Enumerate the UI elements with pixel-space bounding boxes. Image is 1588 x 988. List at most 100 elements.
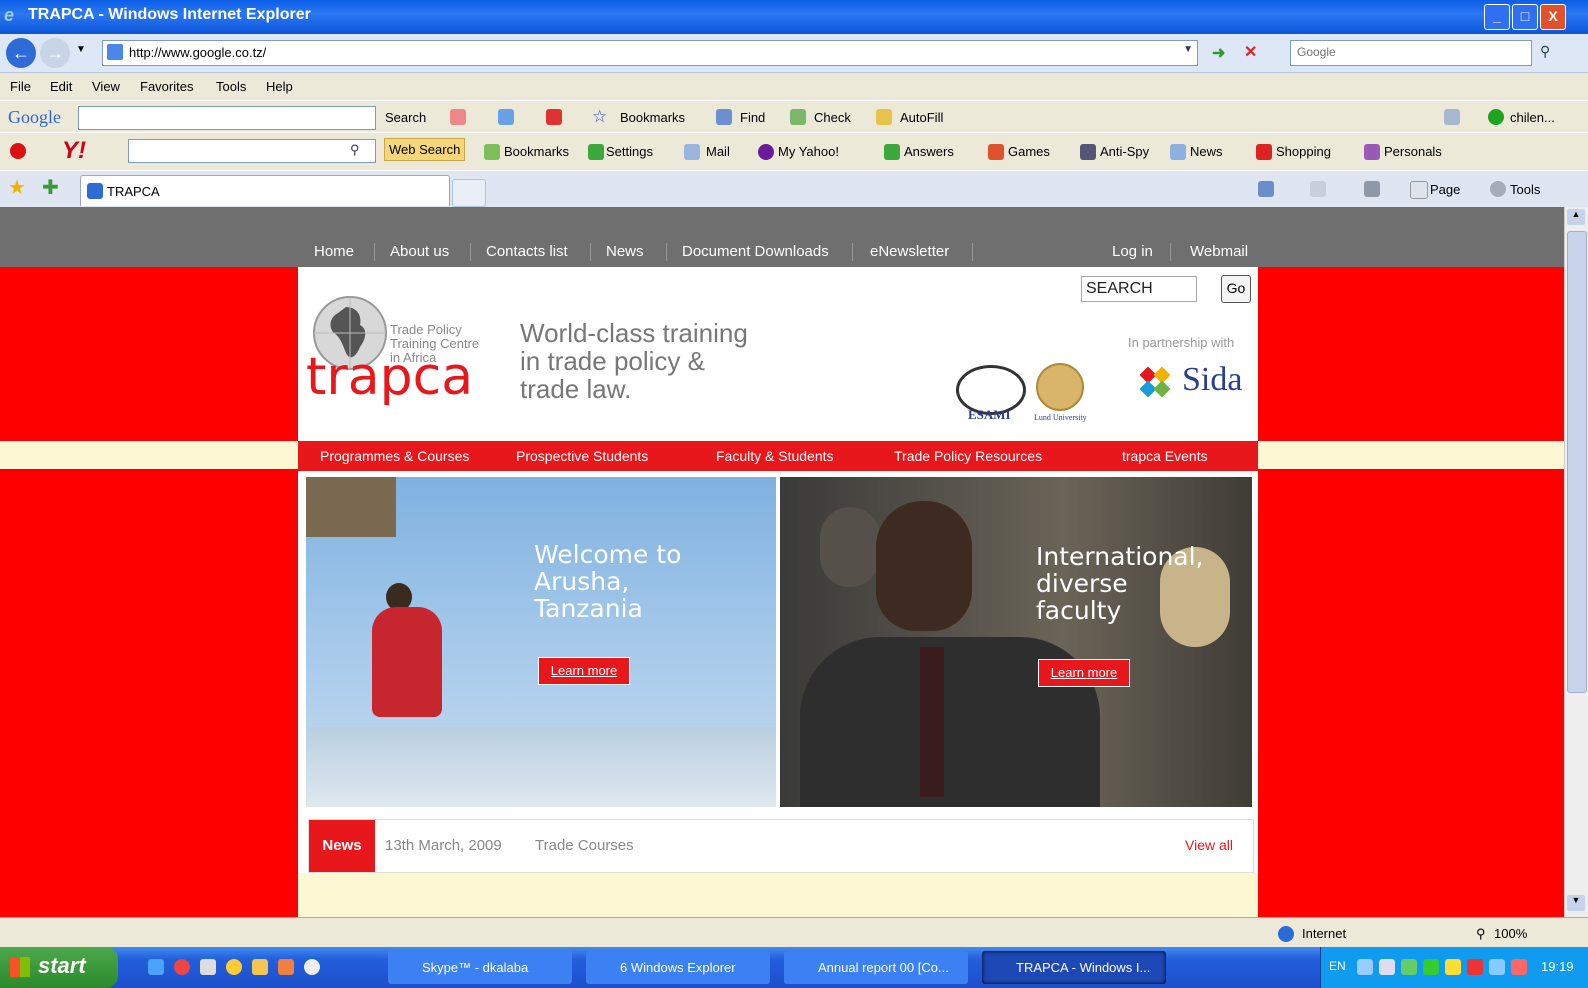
google-search-button[interactable]: Search	[385, 110, 426, 125]
feeds-icon[interactable]	[1310, 181, 1326, 197]
forward-button[interactable]: →	[40, 38, 70, 68]
tray-icon[interactable]	[1489, 959, 1505, 975]
tray-icon[interactable]	[1401, 959, 1417, 975]
menu-favorites[interactable]: Favorites	[140, 79, 193, 94]
scroll-thumb[interactable]	[1567, 231, 1587, 693]
quicklaunch-messenger-icon[interactable]	[226, 959, 242, 975]
home-icon[interactable]	[1258, 181, 1274, 197]
tray-icon[interactable]	[1511, 959, 1527, 975]
favorites-star-icon[interactable]: ★	[8, 175, 26, 200]
url-input[interactable]	[127, 44, 1171, 61]
yahoo-shopping[interactable]: Shopping	[1276, 144, 1331, 159]
yahoo-settings[interactable]: Settings	[606, 144, 653, 159]
check-button[interactable]: Check	[814, 110, 851, 125]
tray-icon[interactable]	[1467, 959, 1483, 975]
find-button[interactable]: Find	[740, 110, 765, 125]
print-icon[interactable]	[1364, 181, 1380, 197]
menu-help[interactable]: Help	[266, 79, 293, 94]
nav-home[interactable]: Home	[314, 243, 354, 260]
task-trapca-ie[interactable]: TRAPCA - Windows I...	[982, 951, 1166, 984]
menu-edit[interactable]: Edit	[50, 79, 72, 94]
quicklaunch-clock-icon[interactable]	[304, 959, 320, 975]
language-indicator[interactable]: EN	[1329, 959, 1346, 973]
plus-icon[interactable]	[498, 109, 514, 125]
yahoo-personals[interactable]: Personals	[1384, 144, 1442, 159]
popup-blocker-icon[interactable]	[546, 109, 562, 125]
address-field[interactable]: ▼	[102, 40, 1198, 66]
nav-login[interactable]: Log in	[1112, 243, 1153, 260]
add-favorites-icon[interactable]: ✚	[42, 175, 59, 200]
tab-trapca[interactable]: TRAPCA	[80, 175, 450, 206]
close-button[interactable]: X	[1540, 4, 1566, 30]
news-icon[interactable]	[450, 109, 466, 125]
yahoo-games[interactable]: Games	[1008, 144, 1050, 159]
task-annual-report[interactable]: Annual report 00 [Co...	[784, 951, 968, 984]
nav-enewsletter[interactable]: eNewsletter	[870, 243, 949, 260]
menu-faculty-students[interactable]: Faculty & Students	[716, 448, 834, 464]
window-title-bar[interactable]: e TRAPCA - Windows Internet Explorer _ □…	[0, 0, 1588, 34]
search-icon[interactable]: ⚲	[1540, 43, 1550, 60]
new-tab-button[interactable]	[452, 179, 486, 207]
menu-programmes-courses[interactable]: Programmes & Courses	[320, 448, 469, 464]
start-button[interactable]: start	[0, 947, 118, 988]
nav-document-downloads[interactable]: Document Downloads	[682, 243, 829, 260]
yahoo-bookmarks[interactable]: Bookmarks	[504, 144, 569, 159]
task-skype[interactable]: Skype™ - dkalaba	[388, 951, 572, 984]
quicklaunch-media-icon[interactable]	[278, 959, 294, 975]
search-box[interactable]	[1290, 40, 1532, 66]
menu-view[interactable]: View	[92, 79, 120, 94]
menu-trade-policy-resources[interactable]: Trade Policy Resources	[894, 448, 1042, 464]
google-user[interactable]: chilen...	[1510, 110, 1555, 125]
menu-trapca-events[interactable]: trapca Events	[1122, 448, 1208, 464]
go-arrow-icon[interactable]: ➜	[1212, 43, 1225, 63]
yahoo-anti-spy[interactable]: Anti-Spy	[1100, 144, 1149, 159]
quicklaunch-opera-icon[interactable]	[174, 959, 190, 975]
autofill-button[interactable]: AutoFill	[900, 110, 943, 125]
site-go-button[interactable]: Go	[1221, 275, 1251, 303]
site-search-input[interactable]: SEARCH	[1081, 276, 1197, 302]
news-headline[interactable]: Trade Courses	[535, 837, 634, 854]
hero1-learn-more-button[interactable]: Learn more	[538, 657, 630, 685]
vertical-scrollbar[interactable]: ▲ ▼	[1564, 207, 1588, 917]
menu-prospective-students[interactable]: Prospective Students	[516, 448, 648, 464]
trapca-logo[interactable]: trapca	[306, 349, 473, 405]
tray-icon[interactable]	[1445, 959, 1461, 975]
quicklaunch-folder-icon[interactable]	[252, 959, 268, 975]
task-windows-explorer[interactable]: 6 Windows Explorer	[586, 951, 770, 984]
nav-contacts-list[interactable]: Contacts list	[486, 243, 568, 260]
tray-icon[interactable]	[1379, 959, 1395, 975]
yahoo-answers[interactable]: Answers	[904, 144, 954, 159]
web-search-button[interactable]: Web Search	[384, 138, 466, 161]
menu-file[interactable]: File	[10, 79, 31, 94]
menu-tools[interactable]: Tools	[216, 79, 246, 94]
url-dropdown-icon[interactable]: ▼	[1183, 44, 1193, 55]
minimize-button[interactable]: _	[1484, 4, 1510, 30]
star-icon[interactable]: ☆	[592, 107, 607, 127]
signal-icon[interactable]	[1423, 959, 1439, 975]
nav-news[interactable]: News	[606, 243, 644, 260]
search-input[interactable]	[1295, 44, 1529, 60]
scroll-up-icon[interactable]: ▲	[1567, 209, 1585, 225]
zoom-level[interactable]: 100%	[1494, 926, 1527, 941]
stop-icon[interactable]: ✕	[1244, 42, 1257, 62]
quicklaunch-ie-icon[interactable]	[148, 959, 164, 975]
page-menu[interactable]: Page	[1430, 182, 1460, 197]
my-yahoo[interactable]: My Yahoo!	[778, 144, 839, 159]
google-bookmarks[interactable]: Bookmarks	[620, 110, 685, 125]
nav-webmail[interactable]: Webmail	[1190, 243, 1248, 260]
maximize-button[interactable]: □	[1512, 4, 1538, 30]
back-button[interactable]: ←	[6, 38, 36, 68]
tray-icon[interactable]	[1357, 959, 1373, 975]
yahoo-c-icon[interactable]	[10, 143, 26, 159]
yahoo-mail[interactable]: Mail	[706, 144, 730, 159]
yahoo-search-field[interactable]	[128, 139, 376, 163]
hero2-learn-more-button[interactable]: Learn more	[1038, 659, 1130, 687]
wrench-icon[interactable]	[1444, 109, 1460, 125]
yahoo-logo-icon[interactable]: Y!	[62, 137, 86, 165]
history-dropdown-icon[interactable]: ▼	[76, 44, 86, 55]
google-search-field[interactable]	[78, 106, 376, 130]
scroll-down-icon[interactable]: ▼	[1567, 895, 1585, 911]
tools-menu[interactable]: Tools	[1510, 182, 1540, 197]
yahoo-news[interactable]: News	[1190, 144, 1223, 159]
quicklaunch-desktop-icon[interactable]	[200, 959, 216, 975]
